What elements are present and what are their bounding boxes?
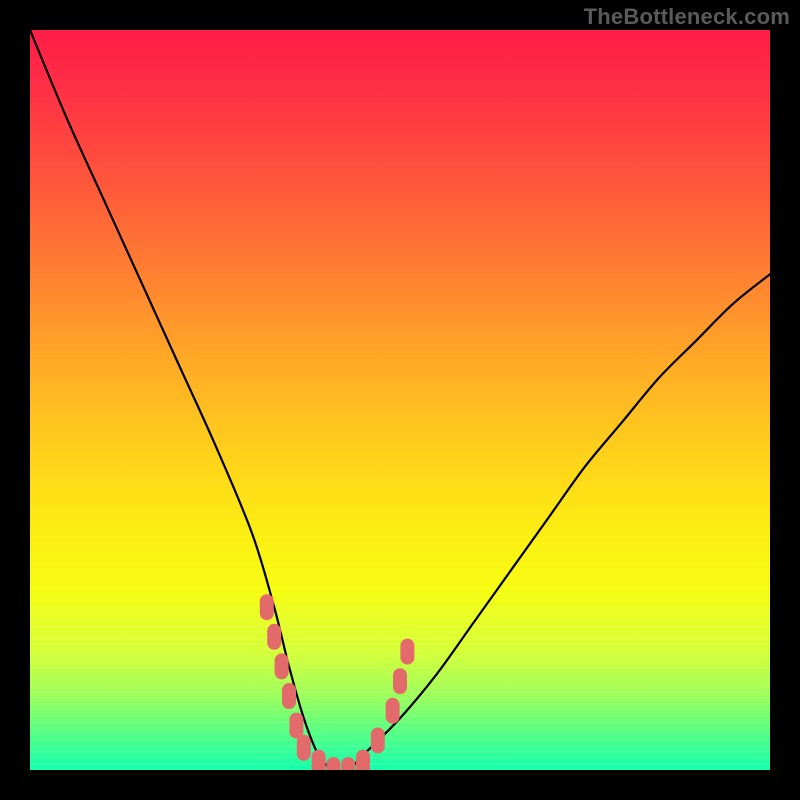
highlight-marker: [400, 639, 414, 665]
highlight-marker: [282, 683, 296, 709]
highlight-marker: [356, 750, 370, 770]
highlight-marker: [275, 653, 289, 679]
plot-area: [30, 30, 770, 770]
watermark-label: TheBottleneck.com: [584, 4, 790, 30]
highlight-marker: [260, 594, 274, 620]
highlight-marker: [289, 713, 303, 739]
highlight-marker: [371, 727, 385, 753]
highlight-marker: [341, 757, 355, 770]
bottleneck-chart-svg: [30, 30, 770, 770]
marker-group: [260, 594, 415, 770]
highlight-marker: [393, 668, 407, 694]
highlight-marker: [297, 735, 311, 761]
highlight-marker: [312, 750, 326, 770]
highlight-marker: [326, 757, 340, 770]
highlight-marker: [267, 624, 281, 650]
highlight-marker: [386, 698, 400, 724]
chart-stage: TheBottleneck.com: [0, 0, 800, 800]
bottleneck-curve-path: [30, 30, 770, 770]
